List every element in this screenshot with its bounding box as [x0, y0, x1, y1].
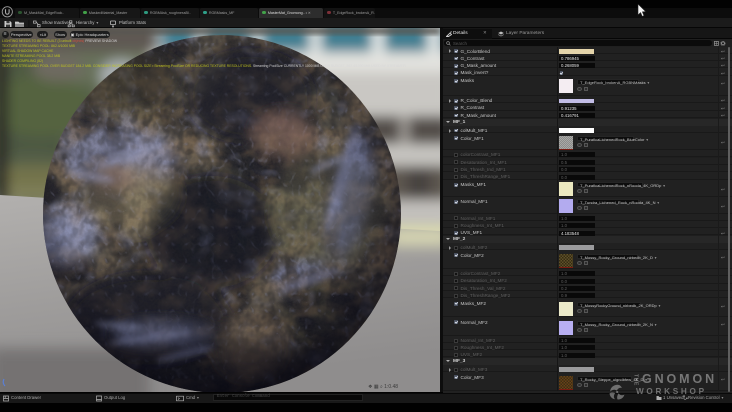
svg-text:❖ ▦ ⌕ 1:0.48: ❖ ▦ ⌕ 1:0.48	[368, 384, 398, 390]
